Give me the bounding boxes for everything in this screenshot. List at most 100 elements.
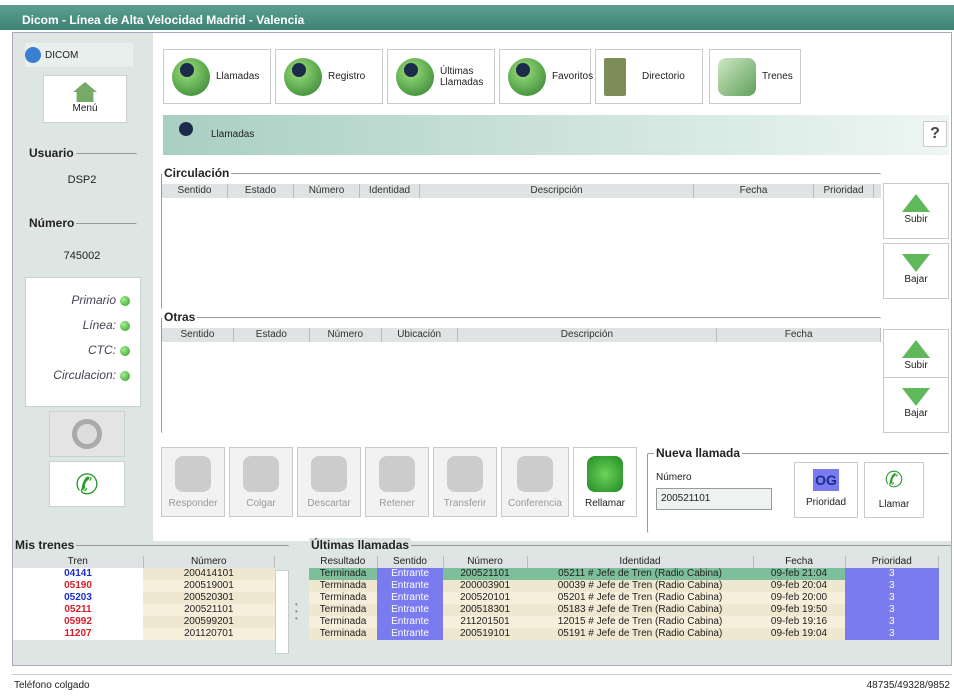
arrow-down-icon [902,388,930,406]
home-icon [73,82,97,102]
usuario-group: Usuario DSP2 [27,146,137,203]
mis-trenes-table: Tren Número 04141 200414101 05190 200519001 0… [13,556,275,640]
retener-button[interactable]: Retener [365,447,429,517]
nueva-numero-input[interactable]: 200521101 [656,488,772,510]
ultimas-table: Resultado Sentido Número Identidad Fecha Prio… [309,556,939,640]
table-row[interactable]: Terminada Entrante 200519101 05191 # Jefe d… [309,628,939,640]
arrow-up-icon [902,194,930,212]
table-row[interactable]: 05203 200520301 [13,592,275,604]
phone-call-icon: ✆ [884,467,904,492]
table-row[interactable]: Terminada Entrante 200521101 05211 # Jefe d… [309,568,939,580]
toolbar-directorio[interactable]: Directorio [595,49,703,104]
agent-recent-icon [396,57,434,96]
table-row[interactable]: Terminada Entrante 200003901 00039 # Jefe d… [309,580,939,592]
book-icon [604,57,626,96]
primario-led-icon [120,295,130,306]
table-row[interactable]: 04141 200414101 [13,568,275,580]
app-label: DICOM [45,49,79,61]
toolbar-ultimas-llamadas[interactable]: Últimas Llamadas [387,49,495,104]
circulacion-bajar-button[interactable]: Bajar [883,243,949,299]
nueva-numero-label: Número [656,472,692,483]
status-ctc: CTC: [26,338,130,363]
colgar-button[interactable]: Colgar [229,447,293,517]
status-text: Teléfono colgado [14,680,90,691]
status-linea: Línea: [26,313,130,338]
linea-led-icon [120,320,130,331]
circulacion-led-icon [120,370,130,381]
prioridad-button[interactable]: OG Prioridad [794,462,858,518]
globe-icon [25,47,41,63]
nueva-llamada-group: Nueva llamada Número 200521101 OG Priori… [647,446,949,533]
phone-answer-icon [175,456,211,492]
circulacion-header: Sentido Estado Número Identidad Descripc… [162,184,881,198]
dicom-app-label: DICOM [25,43,133,67]
status-circulacion: Circulacion: [26,363,130,388]
mis-trenes-group: Mis trenes Tren Número 04141 200414101 0519… [13,538,289,665]
conferencia-button[interactable]: Conferencia [501,447,569,517]
toolbar-llamadas[interactable]: Llamadas [163,49,271,104]
speaker-button[interactable] [49,411,125,457]
menu-label: Menú [72,103,98,114]
phone-hangup-icon [243,456,279,492]
circulacion-subir-button[interactable]: Subir [883,183,949,239]
usuario-value: DSP2 [67,174,97,186]
toolbar-trenes[interactable]: Trenes [709,49,801,104]
ultimas-group: Últimas llamadas Resultado Sentido Número I… [309,538,951,665]
table-row[interactable]: 11207 201120701 [13,628,275,640]
phone-discard-icon [311,456,347,492]
table-row[interactable]: 05992 200599201 [13,616,275,628]
numero-group: Número 745002 [27,216,137,273]
otras-header: Sentido Estado Número Ubicación Descripc… [162,328,881,342]
rellamar-button[interactable]: Rellamar [573,447,637,517]
mis-trenes-legend: Mis trenes [13,538,77,552]
conference-icon [517,456,553,492]
callback-button[interactable]: ✆ [49,461,125,507]
splitter-handle[interactable]: • • • [295,601,301,625]
section-header: Llamadas ? [163,115,949,155]
phone-transfer-icon [447,456,483,492]
agent-icon [172,57,210,96]
toolbar-registro[interactable]: Registro [275,49,383,104]
transferir-button[interactable]: Transferir [433,447,497,517]
phone-hold-icon [379,456,415,492]
ultimas-legend: Últimas llamadas [309,538,412,552]
otras-bajar-button[interactable]: Bajar [883,377,949,433]
status-primario: Primario [26,288,130,313]
help-button[interactable]: ? [923,121,947,147]
llamar-button[interactable]: ✆ Llamar [864,462,924,518]
numero-value: 745002 [63,250,101,262]
phone-callback-icon: ✆ [75,468,99,500]
status-bar: Teléfono colgado 48735/49328/9852 [12,674,952,696]
arrow-up-icon [902,340,930,358]
agent-log-icon [284,57,322,96]
status-counter: 48735/49328/9852 [866,680,950,691]
circulacion-group: Circulación Sentido Estado Número Identi… [161,166,881,309]
usuario-legend: Usuario [27,146,76,160]
window-title: Dicom - Línea de Alta Velocidad Madrid -… [0,0,954,30]
circulacion-legend: Circulación [162,166,232,180]
main-area: DICOM Menú Usuario DSP2 Número 745002 Pr… [12,32,952,666]
sidebar: DICOM Menú Usuario DSP2 Número 745002 Pr… [19,41,149,521]
menu-button[interactable]: Menú [43,75,127,123]
speaker-icon [72,419,102,449]
otras-group: Otras Sentido Estado Número Ubicación De… [161,310,881,433]
section-title: Llamadas [211,129,255,140]
trenes-scrollbar[interactable] [275,570,289,654]
nueva-llamada-legend: Nueva llamada [654,446,743,460]
numero-legend: Número [27,216,77,230]
status-panel: Primario Línea: CTC: Circulacion: [25,277,141,407]
agent-star-icon [508,57,546,96]
og-badge: OG [813,469,839,491]
responder-button[interactable]: Responder [161,447,225,517]
table-row[interactable]: Terminada Entrante 200518301 05183 # Jefe d… [309,604,939,616]
table-row[interactable]: Terminada Entrante 200520101 05201 # Jefe d… [309,592,939,604]
leaf-train-icon [718,57,756,96]
table-row[interactable]: Terminada Entrante 211201501 12015 # Jefe d… [309,616,939,628]
content-panel: Llamadas Registro Últimas Llamadas Favor… [153,33,951,541]
toolbar-favoritos[interactable]: Favoritos [499,49,593,104]
table-row[interactable]: 05190 200519001 [13,580,275,592]
phone-redial-icon [587,456,623,492]
ctc-led-icon [120,345,130,356]
descartar-button[interactable]: Descartar [297,447,361,517]
table-row[interactable]: 05211 200521101 [13,604,275,616]
